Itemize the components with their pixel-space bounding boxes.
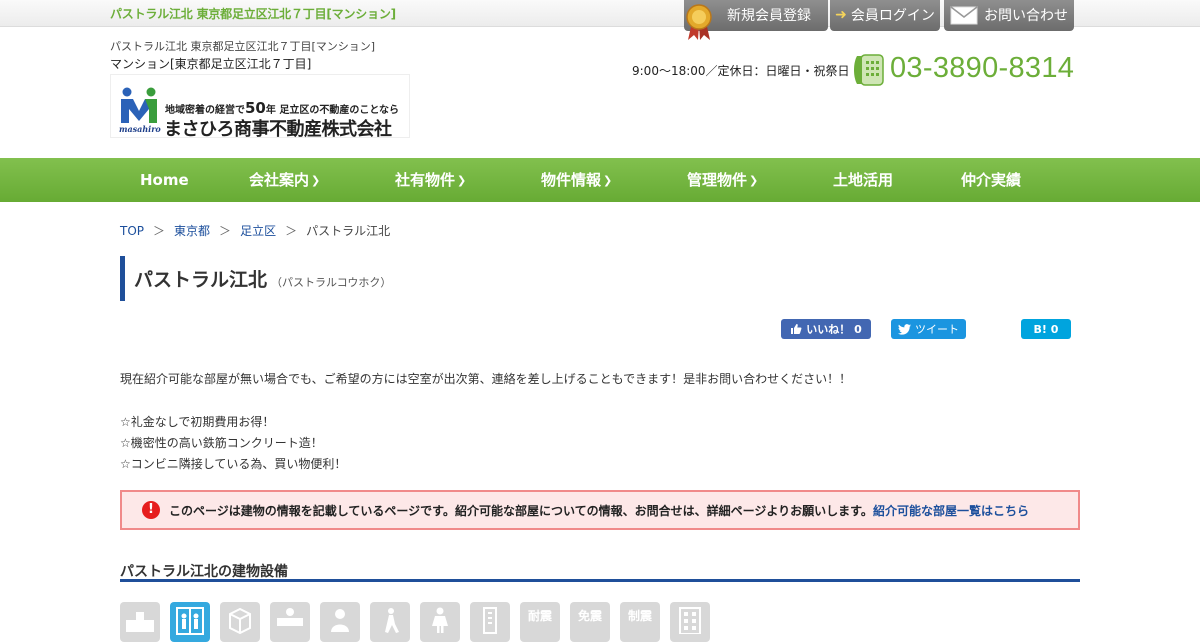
feature-point: ☆機密性の高い鉄筋コンクリート造！ bbox=[120, 436, 323, 450]
seismic-isolation-icon: 免震 bbox=[570, 602, 610, 642]
logo-brand: masahiro bbox=[119, 124, 161, 134]
property-name: パストラル江北 bbox=[134, 269, 268, 291]
header-property-type: マンション[東京都足立区江北７丁目] bbox=[110, 57, 312, 71]
breadcrumb-city[interactable]: 足立区 bbox=[240, 224, 276, 238]
register-button[interactable]: 新規会員登録 bbox=[684, 0, 828, 40]
main-nav: Home 会社案内 ❯ 社有物件 ❯ 物件情報 ❯ 管理物件 ❯ 土地活用 仲介実績 bbox=[0, 158, 1200, 202]
lobby-icon bbox=[270, 602, 310, 642]
business-hours: 9:00～18:00／定休日：日曜日・祝祭日 bbox=[632, 64, 850, 78]
phone-number[interactable]: 03-3890-8314 bbox=[890, 52, 1074, 85]
barrier-free-icon bbox=[370, 602, 410, 642]
login-label: 会員ログイン bbox=[850, 7, 935, 24]
nav-owned-properties[interactable]: 社有物件 ❯ bbox=[395, 158, 466, 202]
arrow-right-icon: ➜ bbox=[835, 6, 847, 23]
twitter-bird-icon bbox=[898, 323, 911, 335]
chevron-down-icon: ❯ bbox=[749, 174, 759, 187]
breadcrumb-sep: ＞ bbox=[153, 224, 166, 238]
feature-point: ☆コンビニ隣接している為、買い物便利！ bbox=[120, 457, 347, 471]
notice-message: このページは建物の情報を記載しているページです。紹介可能な部屋についての情報、お… bbox=[169, 503, 873, 518]
facebook-like-button[interactable]: いいね！ 0 bbox=[781, 319, 871, 339]
nav-brokerage-record[interactable]: 仲介実績 bbox=[961, 158, 1021, 202]
nav-home-label: Home bbox=[140, 171, 189, 189]
header-subtitle: パストラル江北 東京都足立区江北７丁目[マンション] bbox=[110, 40, 376, 53]
facilities-divider bbox=[120, 579, 1080, 582]
delivery-box-icon bbox=[120, 602, 160, 642]
nav-land-label: 土地活用 bbox=[833, 171, 894, 189]
nav-owned-label: 社有物件 bbox=[395, 171, 456, 189]
notice-box: ! このページは建物の情報を記載しているページです。紹介可能な部屋についての情報… bbox=[120, 490, 1080, 530]
envelope-icon bbox=[950, 5, 978, 24]
high-rise-icon bbox=[470, 602, 510, 642]
building-icon bbox=[670, 602, 710, 642]
chevron-down-icon: ❯ bbox=[457, 174, 467, 187]
site-title: パストラル江北 東京都足立区江北７丁目[マンション] bbox=[110, 7, 396, 21]
login-button[interactable]: ➜ 会員ログイン bbox=[830, 0, 940, 31]
women-only-icon bbox=[420, 602, 460, 642]
alert-icon: ! bbox=[142, 501, 160, 519]
vibration-control-icon: 制震 bbox=[620, 602, 660, 642]
phone-icon bbox=[854, 54, 884, 86]
tweet-label: ツイート bbox=[915, 323, 959, 336]
page-title: パストラル江北 （パストラルコウホク） bbox=[134, 265, 391, 292]
nav-land-use[interactable]: 土地活用 bbox=[833, 158, 893, 202]
property-kana: （パストラルコウホク） bbox=[271, 276, 392, 289]
title-accent-bar bbox=[120, 256, 125, 301]
medal-icon bbox=[686, 4, 712, 40]
breadcrumb-current: パストラル江北 bbox=[306, 224, 391, 238]
feature-point: ☆礼金なしで初期費用お得！ bbox=[120, 415, 275, 429]
nav-company[interactable]: 会社案内 ❯ bbox=[249, 158, 320, 202]
breadcrumb-sep: ＞ bbox=[219, 224, 232, 238]
nav-managed-label: 管理物件 bbox=[687, 171, 748, 189]
breadcrumb-top[interactable]: TOP bbox=[120, 224, 144, 238]
thumbs-up-icon bbox=[791, 324, 802, 334]
nav-managed-properties[interactable]: 管理物件 ❯ bbox=[687, 158, 758, 202]
trash-box-icon bbox=[220, 602, 260, 642]
company-logo[interactable]: 地域密着の経営で50年 足立区の不動産のことなら まさひろ商事不動産株式会社 m… bbox=[110, 74, 410, 140]
logo-mark-icon bbox=[121, 87, 157, 123]
nav-company-label: 会社案内 bbox=[249, 171, 310, 189]
hatena-bookmark-button[interactable]: B! 0 bbox=[1021, 319, 1071, 339]
breadcrumb-pref[interactable]: 東京都 bbox=[174, 224, 210, 238]
register-label: 新規会員登録 bbox=[727, 7, 811, 24]
facebook-like-label: いいね！ 0 bbox=[806, 323, 862, 336]
chevron-down-icon: ❯ bbox=[311, 174, 321, 187]
facilities-heading: パストラル江北の建物設備 bbox=[120, 564, 288, 580]
manager-icon bbox=[320, 602, 360, 642]
nav-record-label: 仲介実績 bbox=[961, 171, 1022, 189]
elevator-icon bbox=[170, 602, 210, 642]
breadcrumb-sep: ＞ bbox=[285, 224, 298, 238]
chevron-down-icon: ❯ bbox=[603, 174, 613, 187]
nav-home[interactable]: Home bbox=[140, 158, 189, 202]
contact-button[interactable]: お問い合わせ bbox=[944, 0, 1074, 31]
breadcrumb: TOP ＞ 東京都 ＞ 足立区 ＞ パストラル江北 bbox=[120, 222, 390, 239]
available-rooms-link[interactable]: 紹介可能な部屋一覧はこちら bbox=[873, 502, 1029, 519]
contact-label: お問い合わせ bbox=[984, 7, 1068, 24]
nav-property-info[interactable]: 物件情報 ❯ bbox=[541, 158, 612, 202]
intro-text: 現在紹介可能な部屋が無い場合でも、ご希望の方には空室が出次第、連絡を差し上げるこ… bbox=[120, 372, 852, 386]
feature-points: ☆礼金なしで初期費用お得！ ☆機密性の高い鉄筋コンクリート造！ ☆コンビニ隣接し… bbox=[120, 412, 346, 475]
earthquake-resistant-icon: 耐震 bbox=[520, 602, 560, 642]
nav-property-label: 物件情報 bbox=[541, 171, 602, 189]
hatena-bookmark-label: B! 0 bbox=[1033, 322, 1059, 336]
logo-company-name: まさひろ商事不動産株式会社 bbox=[164, 119, 392, 140]
tweet-button[interactable]: ツイート bbox=[891, 319, 966, 339]
